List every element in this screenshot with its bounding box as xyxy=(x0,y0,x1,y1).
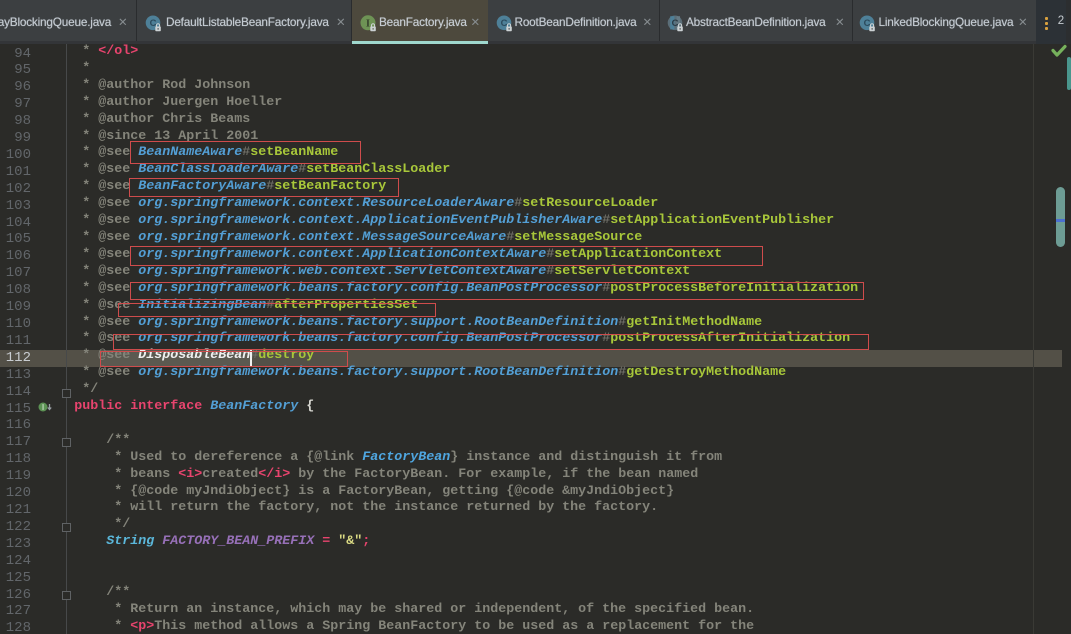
svg-text:I: I xyxy=(366,18,370,29)
